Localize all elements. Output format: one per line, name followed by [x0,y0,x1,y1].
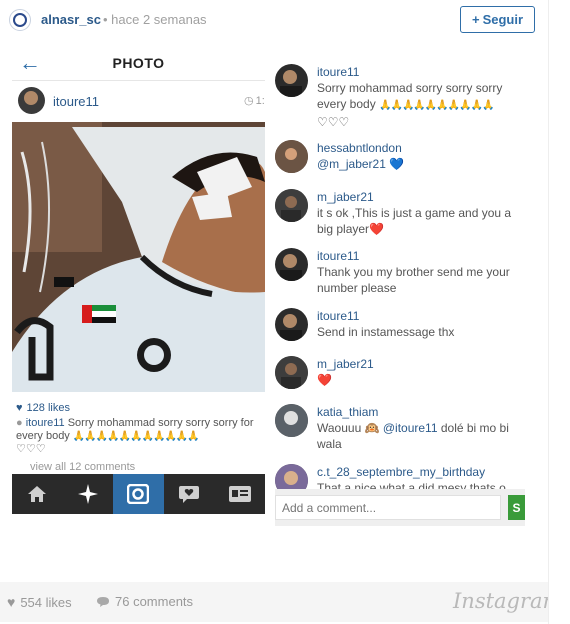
comment-item: katia_thiam Waouuu 🙉 @itoure11 dolé bi m… [275,404,525,456]
instagram-logo[interactable]: Instagram [453,589,562,613]
home-icon [28,486,47,502]
comment-item: m_jaber21 ❤️ [275,356,525,396]
tab-activity[interactable] [164,474,215,514]
comment-icon [97,596,109,607]
comment-item: itoure11 Sorry mohammad sorry sorry sorr… [275,64,525,129]
avatar[interactable] [275,189,308,222]
comment-username[interactable]: c.t_28_septembre_my_birthday [317,465,485,479]
clock-icon: ◷ [244,95,254,107]
comment-bubble-icon: ● [16,417,23,429]
embed-footer: ♥ 554 likes 76 comments Instagram [0,582,562,622]
view-all-comments-link[interactable]: view all 12 comments [30,461,135,473]
mention-link[interactable]: @m_jaber21 [317,157,386,171]
red-heart-emoji: ❤️ [369,222,384,236]
hearts-emoji: ♡♡♡ [317,115,350,129]
comment-bar: S [275,489,525,526]
photo-title: PHOTO [112,55,165,71]
avatar[interactable] [275,356,308,389]
follow-label: Seguir [482,12,524,27]
tab-home[interactable] [12,474,63,514]
comment-username[interactable]: itoure11 [317,65,359,79]
comment-text: @m_jaber21 💙 [317,156,525,172]
comment-item: itoure11 Send in instamessage thx [275,308,525,344]
avatar[interactable] [275,140,308,173]
photo-screen: ← PHOTO itoure11 ◷ 1: ♥ 128 likes ● itou… [12,44,265,514]
tab-camera[interactable] [113,474,164,514]
caption-username[interactable]: itoure11 [26,417,65,429]
avatar[interactable] [275,248,308,281]
comment-text: it s ok ,This is just a game and you a b… [317,206,512,236]
comment-username[interactable]: itoure11 [317,309,359,323]
heart-icon: ♥ [16,402,23,414]
tab-bar [12,474,265,514]
embed-header: alnasr_sc • hace 2 semanas + Seguir [0,0,548,40]
comment-username[interactable]: m_jaber21 [317,357,374,371]
red-heart-emoji: ❤️ [317,373,332,387]
avatar[interactable] [275,64,308,97]
comment-text: Sorry mohammad sorry sorry sorry every b… [317,81,503,129]
tab-profile[interactable] [214,474,265,514]
avatar[interactable] [275,308,308,341]
comment-text: Send in instamessage thx [317,325,455,339]
comment-text: Thank you my brother send me your number… [317,265,510,295]
avatar[interactable] [18,87,45,114]
photo-username[interactable]: itoure11 [53,94,99,109]
page-edge [548,0,570,624]
footer-comments[interactable]: 76 comments [96,594,193,609]
owner-avatar[interactable] [9,9,31,31]
hearts-emoji: ♡♡♡ [16,443,46,455]
likes-count[interactable]: ♥ 128 likes [16,402,70,414]
comment-text: ❤️ [317,372,525,388]
comment-username[interactable]: m_jaber21 [317,190,374,204]
comment-item: m_jaber21 it s ok ,This is just a game a… [275,189,525,241]
comments-screen: itoure11 Sorry mohammad sorry sorry sorr… [275,56,525,526]
comment-input[interactable] [275,495,501,520]
comment-item: c.t_28_septembre_my_birthday That a nice… [275,464,525,497]
tab-explore[interactable] [63,474,114,514]
footer-likes[interactable]: ♥ 554 likes [7,594,72,610]
mention-link[interactable]: @itoure11 [383,421,438,435]
follow-button[interactable]: + Seguir [460,6,535,33]
post-timestamp: • hace 2 semanas [103,12,207,27]
blue-heart-emoji: 💙 [389,157,405,171]
post-caption: ● itoure11 Sorry mohammad sorry sorry so… [16,417,265,456]
plus-icon: + [471,12,480,27]
photo-header: ← PHOTO [12,44,265,81]
praying-hands-emoji: 🙏🙏🙏🙏🙏🙏🙏🙏🙏🙏 [379,100,495,111]
comment-username[interactable]: itoure11 [317,249,359,263]
explore-icon [77,484,98,504]
camera-icon [127,484,150,504]
comment-item: itoure11 Thank you my brother send me yo… [275,248,525,298]
photo-user-row: itoure11 ◷ 1: [12,84,265,119]
hospital-photo-illustration [12,122,265,392]
comment-username[interactable]: hessabntlondon [317,141,402,155]
praying-hands-emoji: 🙏🙏🙏🙏🙏🙏🙏🙏🙏🙏🙏 [72,431,200,442]
post-photo[interactable] [12,122,265,392]
photo-time: ◷ 1: [244,94,265,108]
comment-text: Waouuu 🙉 @itoure11 dolé bi mo bi wala [317,421,509,451]
send-button[interactable]: S [508,495,525,520]
avatar[interactable] [275,404,308,437]
comment-username[interactable]: katia_thiam [317,405,378,419]
heart-icon: ♥ [7,594,16,610]
profile-icon [228,486,251,502]
comment-item: hessabntlondon @m_jaber21 💙 [275,140,525,180]
activity-icon [179,486,200,503]
owner-username[interactable]: alnasr_sc [41,12,101,27]
